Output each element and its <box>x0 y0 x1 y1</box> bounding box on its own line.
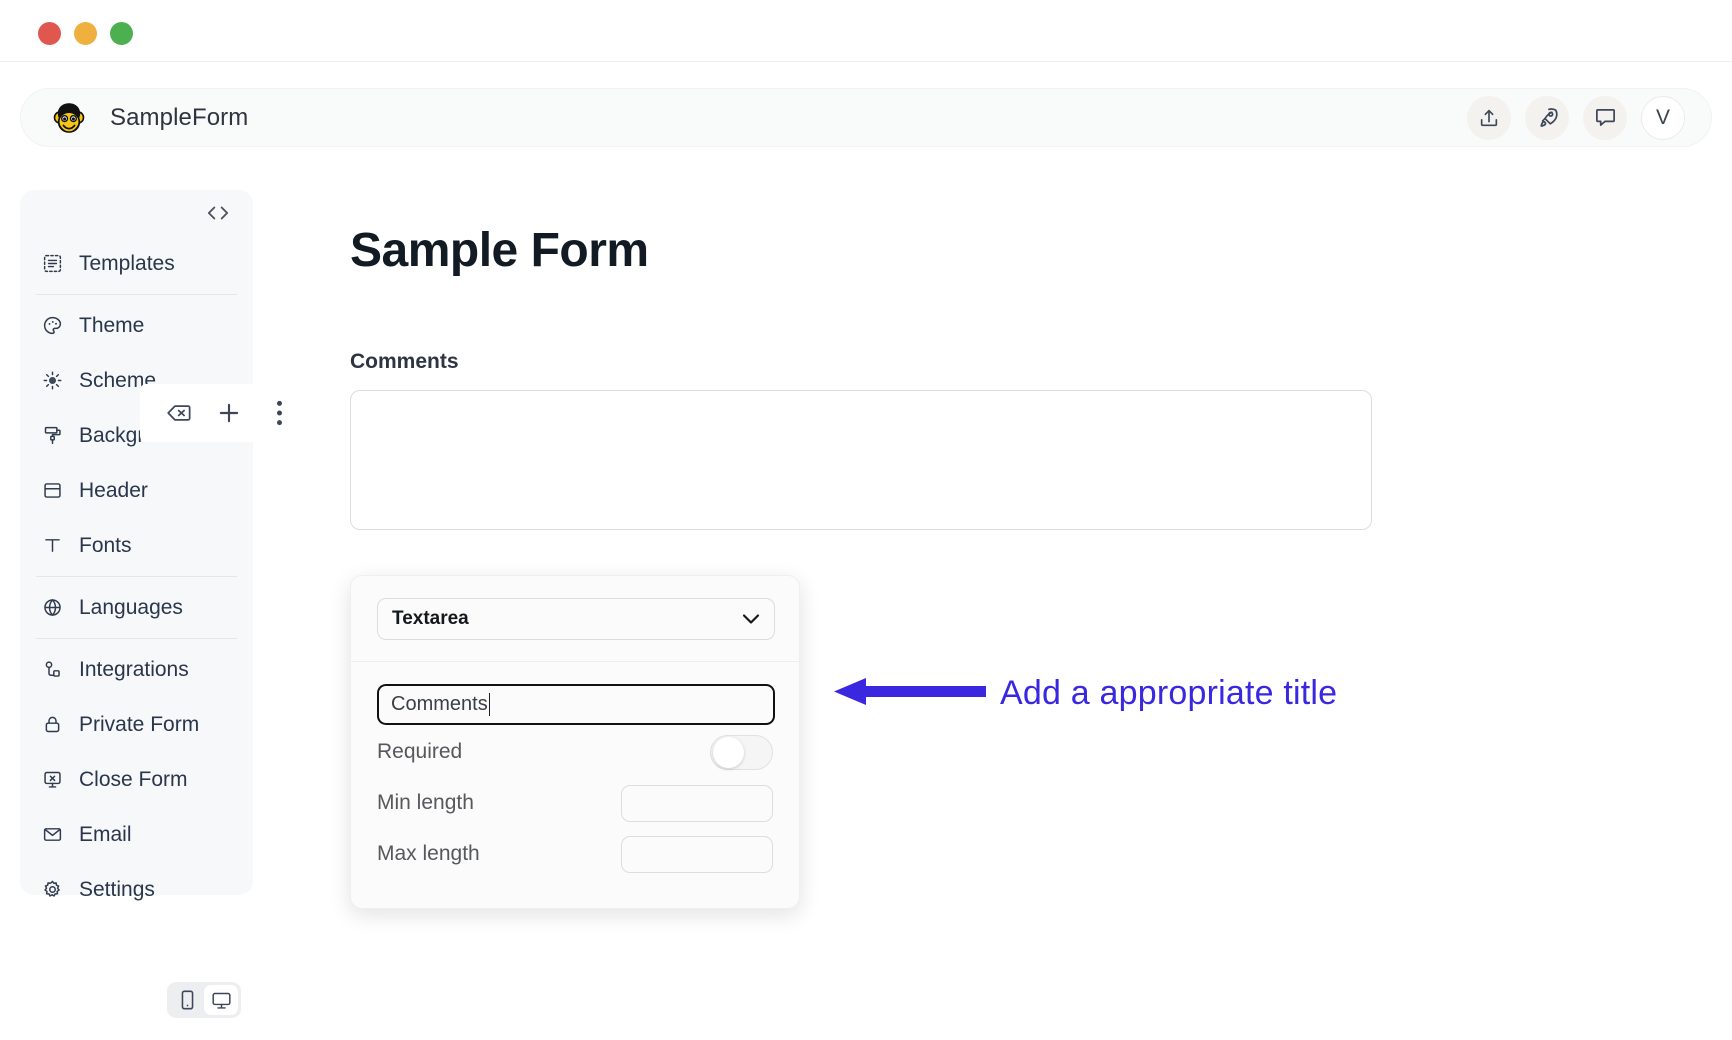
sidebar-divider <box>36 294 237 295</box>
text-cursor <box>488 693 491 716</box>
templates-icon <box>40 251 65 276</box>
form-canvas: Sample Form Comments <box>350 190 1390 530</box>
rocket-publish-icon[interactable] <box>1525 95 1569 140</box>
toggle-knob <box>713 736 744 768</box>
sidebar-item-label: Templates <box>79 251 175 275</box>
sidebar-item-label: Private Form <box>79 712 200 736</box>
sidebar-item-languages[interactable]: Languages <box>36 580 237 635</box>
sidebar-item-label: Fonts <box>79 533 132 557</box>
setting-label: Min length <box>377 791 474 814</box>
gear-icon <box>40 877 65 902</box>
sidebar: Templates Theme Scheme Background Header… <box>20 190 253 901</box>
app-header: SampleForm V <box>20 88 1712 147</box>
code-brackets-icon[interactable] <box>205 200 231 226</box>
font-t-icon <box>40 533 65 558</box>
sidebar-divider <box>36 638 237 639</box>
sidebar-item-label: Email <box>79 822 132 846</box>
field-title-input[interactable]: Comments <box>377 684 775 725</box>
window-minimize-button[interactable] <box>74 22 97 45</box>
field-type-value: Textarea <box>392 608 469 629</box>
device-preview-toggle <box>167 982 241 1018</box>
window-close-button[interactable] <box>38 22 61 45</box>
monkey-face-icon <box>50 99 88 137</box>
annotation-text: Add a appropriate title <box>1000 674 1338 712</box>
sidebar-item-private-form[interactable]: Private Form <box>36 697 237 752</box>
sidebar-item-label: Integrations <box>79 657 189 681</box>
lock-icon <box>40 712 65 737</box>
header-layout-icon <box>40 478 65 503</box>
min-length-input[interactable] <box>621 784 773 822</box>
field-settings-popover: Textarea Comments Required Min length Ma… <box>350 575 800 909</box>
sidebar-item-templates[interactable]: Templates <box>36 236 237 291</box>
chat-comment-icon[interactable] <box>1583 95 1627 140</box>
app-title: SampleForm <box>110 103 249 131</box>
sidebar-item-email[interactable]: Email <box>36 807 237 862</box>
setting-label: Required <box>377 740 463 763</box>
close-screen-icon <box>40 767 65 792</box>
page-title: Sample Form <box>350 224 649 277</box>
globe-icon <box>40 595 65 620</box>
share-upload-icon[interactable] <box>1467 95 1511 140</box>
sidebar-item-close-form[interactable]: Close Form <box>36 752 237 807</box>
popover-divider <box>351 661 799 662</box>
chevron-down-icon <box>742 613 760 625</box>
comments-textarea[interactable] <box>350 390 1372 530</box>
setting-row-min-length: Min length <box>377 779 773 827</box>
sidebar-item-theme[interactable]: Theme <box>36 298 237 353</box>
palette-icon <box>40 313 65 338</box>
sidebar-item-label: Theme <box>79 313 145 337</box>
sun-contrast-icon <box>40 368 65 393</box>
header-actions: V <box>1467 95 1685 140</box>
required-toggle[interactable] <box>710 734 773 770</box>
desktop-icon[interactable] <box>204 985 238 1015</box>
backspace-delete-icon[interactable] <box>161 395 197 431</box>
setting-label: Max length <box>377 842 480 865</box>
mobile-icon[interactable] <box>170 985 204 1015</box>
paint-roller-icon <box>40 423 65 448</box>
field-type-select[interactable]: Textarea <box>377 598 775 640</box>
sidebar-divider <box>36 576 237 577</box>
window-titlebar <box>0 0 1732 62</box>
sidebar-item-label: Header <box>79 478 148 502</box>
code-toggle-row <box>36 190 237 236</box>
integrations-nodes-icon <box>40 657 65 682</box>
sidebar-item-fonts[interactable]: Fonts <box>36 518 237 573</box>
sidebar-item-header[interactable]: Header <box>36 463 237 518</box>
sidebar-item-settings[interactable]: Settings <box>36 862 237 917</box>
setting-row-required: Required <box>377 728 773 776</box>
sidebar-item-label: Settings <box>79 877 155 901</box>
field-title-value: Comments <box>391 693 488 715</box>
field-label-comments: Comments <box>350 350 459 373</box>
avatar[interactable]: V <box>1641 95 1685 140</box>
sidebar-item-integrations[interactable]: Integrations <box>36 642 237 697</box>
vertical-dots-icon[interactable] <box>261 395 297 431</box>
max-length-input[interactable] <box>621 835 773 873</box>
element-toolbar <box>140 384 318 442</box>
sidebar-item-label: Close Form <box>79 767 188 791</box>
window-maximize-button[interactable] <box>110 22 133 45</box>
envelope-icon <box>40 822 65 847</box>
sidebar-item-label: Languages <box>79 595 183 619</box>
setting-row-max-length: Max length <box>377 830 773 878</box>
plus-icon[interactable] <box>211 395 247 431</box>
